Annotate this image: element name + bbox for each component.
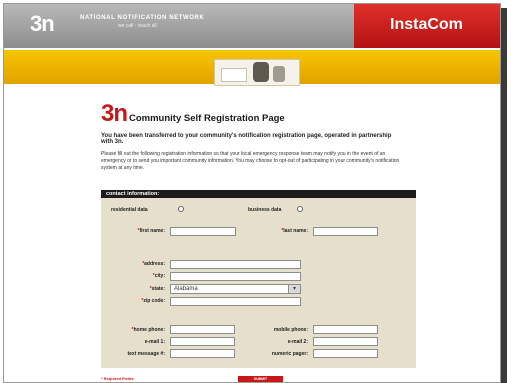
residential-data-label: residential data [111,207,148,213]
text-message-label: text message #: [127,351,165,357]
email-2-field[interactable] [313,337,378,346]
city-field[interactable] [170,272,301,281]
address-field[interactable] [170,260,301,269]
business-data-radio[interactable] [297,206,303,212]
page-subhead: You have been transferred to your commun… [101,133,392,145]
form-section-title: contact information: [106,191,160,197]
zip-code-label: *zip code: [141,298,165,304]
home-phone-label: *home phone: [131,327,165,333]
city-label: *city: [152,273,165,279]
zip-code-field[interactable] [170,297,301,306]
email-1-label: e-mail 1: [144,339,165,345]
instacom-brand-block: InstaCom [354,4,500,48]
instacom-logo: InstaCom [390,16,463,33]
last-name-field[interactable] [313,227,378,236]
state-label: *state: [149,286,165,292]
header-bar: 3n NATIONAL NOTIFICATION NETWORK we call… [4,4,500,48]
3n-logo: 3n [30,11,55,36]
business-data-label: business data [248,207,282,213]
numeric-pager-field[interactable] [313,349,378,358]
state-select[interactable]: Alabama ▾ [170,284,301,294]
banner-photo [214,59,300,86]
paper-illustration [221,68,247,82]
person-silhouette [273,66,285,82]
network-name: NATIONAL NOTIFICATION NETWORK [80,15,205,21]
registration-form: residential data business data *first na… [101,198,416,368]
email-2-label: e-mail 2: [287,339,308,345]
page-title: Community Self Registration Page [129,113,285,124]
first-name-label: *first name: [137,228,165,234]
home-phone-field[interactable] [170,325,235,334]
frame-shadow-right [500,8,507,383]
email-1-field[interactable] [170,337,235,346]
intro-paragraph: Please fill out the following registrati… [101,151,400,171]
required-fields-note: * Required Fields [101,376,134,381]
person-silhouette [253,62,269,82]
mobile-phone-label: mobile phone: [273,327,308,333]
text-message-field[interactable] [170,349,235,358]
mobile-phone-field[interactable] [313,325,378,334]
browser-page: 3n NATIONAL NOTIFICATION NETWORK we call… [3,3,501,383]
3n-page-logo: 3n [101,100,128,127]
first-name-field[interactable] [170,227,236,236]
form-section-header: contact information: [101,190,416,198]
last-name-label: *last name: [281,228,308,234]
numeric-pager-label: numeric pager: [271,351,308,357]
chevron-down-icon[interactable]: ▾ [288,285,300,293]
submit-button[interactable]: SUBMIT [238,376,283,382]
residential-data-radio[interactable] [178,206,184,212]
network-tagline: we call · reach all [118,23,157,29]
address-label: *address: [142,261,165,267]
state-select-value: Alabama [174,286,198,292]
